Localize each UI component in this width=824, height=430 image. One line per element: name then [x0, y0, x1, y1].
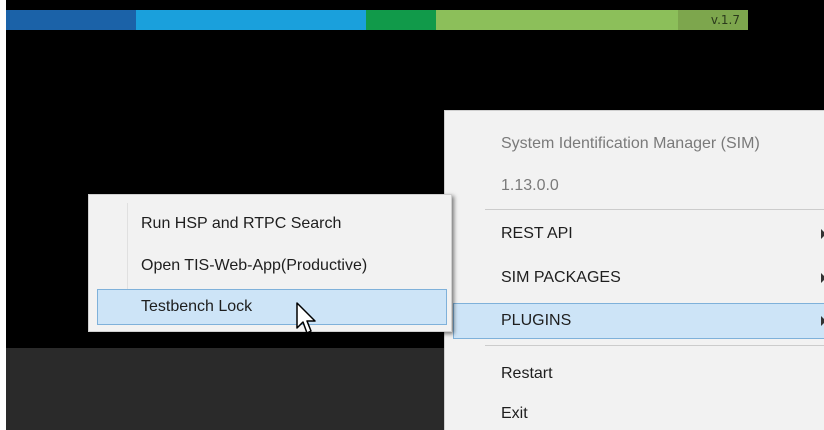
header-segment	[366, 10, 436, 30]
header-segment	[136, 10, 366, 30]
menu-item-plugins[interactable]: PLUGINS	[453, 303, 824, 339]
menu-separator	[485, 209, 824, 210]
submenu-item-label: Testbench Lock	[141, 298, 253, 315]
menu-item-sim-packages[interactable]: SIM PACKAGES	[445, 261, 824, 295]
submenu-item-open-tis-web-app[interactable]: Open TIS-Web-App(Productive)	[89, 249, 449, 283]
menu-item-label: PLUGINS	[501, 312, 572, 329]
menu-item-label: REST API	[501, 225, 573, 242]
menu-item-label: Exit	[501, 405, 528, 422]
submenu-item-label: Run HSP and RTPC Search	[141, 215, 342, 232]
submenu-item-run-hsp-rtpc-search[interactable]: Run HSP and RTPC Search	[89, 207, 449, 241]
plugins-submenu: Run HSP and RTPC Search Open TIS-Web-App…	[88, 194, 452, 332]
mouse-cursor-icon	[296, 302, 316, 334]
submenu-item-testbench-lock[interactable]: Testbench Lock	[97, 289, 447, 325]
app-header-bar: v.1.7	[6, 10, 824, 30]
tray-context-menu: System Identification Manager (SIM) 1.13…	[444, 110, 824, 430]
header-segment	[6, 10, 136, 30]
menu-item-rest-api[interactable]: REST API	[445, 217, 824, 251]
menu-item-exit[interactable]: Exit	[445, 397, 824, 430]
header-segment	[436, 10, 678, 30]
app-version-label: 1.13.0.0	[501, 177, 559, 194]
menu-separator	[485, 345, 824, 346]
desktop-background: v.1.7 System Identification Manager (SIM…	[6, 0, 824, 430]
version-label: v.1.7	[678, 10, 748, 30]
menu-item-restart[interactable]: Restart	[445, 357, 824, 391]
app-title-item: System Identification Manager (SIM)	[445, 127, 824, 161]
menu-item-label: Restart	[501, 365, 553, 382]
app-title-label: System Identification Manager (SIM)	[501, 135, 760, 152]
menu-item-label: SIM PACKAGES	[501, 269, 621, 286]
submenu-item-label: Open TIS-Web-App(Productive)	[141, 257, 368, 274]
app-version-item: 1.13.0.0	[445, 169, 824, 203]
